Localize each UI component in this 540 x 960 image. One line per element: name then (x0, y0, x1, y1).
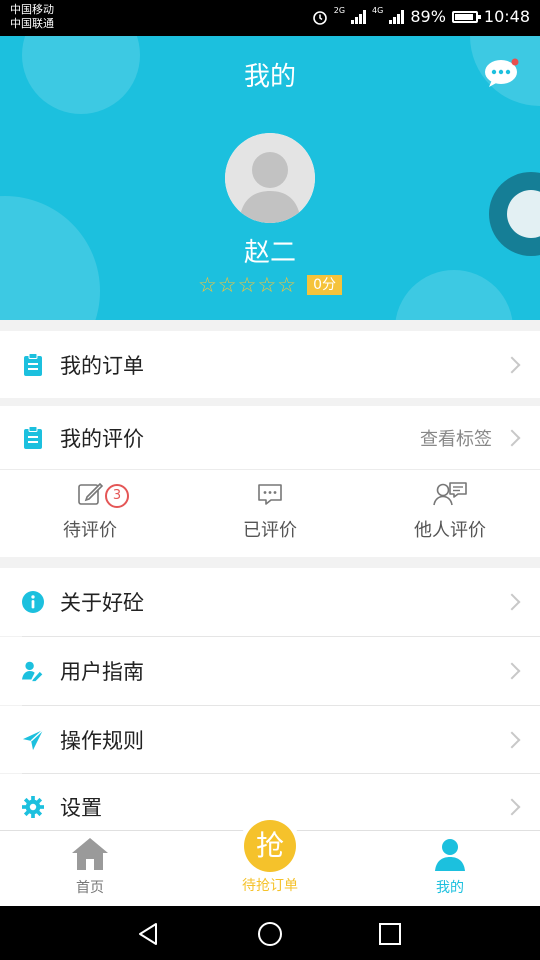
compass-icon (22, 728, 44, 752)
tab-label-reviewed: 已评价 (243, 520, 297, 541)
pending-count-badge: 3 (105, 484, 129, 508)
menu-label-settings: 设置 (60, 796, 102, 820)
avatar[interactable] (225, 133, 315, 223)
recents-icon[interactable] (378, 922, 402, 946)
edit-icon (78, 482, 104, 505)
star-outline-icon: ☆ (217, 273, 237, 297)
star-outline-icon: ☆ (277, 273, 297, 297)
user-comment-icon (433, 482, 467, 506)
star-outline-icon: ☆ (197, 273, 217, 297)
tab-reviewed[interactable]: 已评价 (180, 480, 360, 542)
menu-item-orders[interactable]: 我的订单 (0, 331, 540, 398)
menu-label-orders: 我的订单 (60, 353, 144, 378)
chevron-right-icon (503, 356, 521, 373)
tab-home[interactable]: 首页 (0, 837, 180, 897)
clock: 10:48 (483, 7, 530, 26)
message-button[interactable] (484, 58, 520, 88)
user-rating: ☆ ☆ ☆ ☆ ☆ 0分 (0, 274, 540, 296)
user-name: 赵二 (243, 238, 296, 268)
menu-item-reviews[interactable]: 我的评价 查看标签 (0, 406, 540, 469)
menu-label-rules: 操作规则 (60, 728, 144, 753)
clipboard-icon (22, 425, 44, 450)
comment-icon (258, 484, 282, 505)
score-badge: 0分 (307, 275, 343, 295)
chat-bubble-icon (485, 58, 519, 87)
menu-item-about[interactable]: 关于好砼 (0, 568, 540, 636)
signal-icon-2 (389, 9, 405, 24)
tab-label-mine: 我的 (436, 880, 464, 896)
gear-icon (22, 795, 44, 819)
chevron-right-icon (503, 662, 521, 680)
user-avatar-icon (225, 133, 315, 223)
carrier-info: 中国移动 中国联通 (10, 3, 54, 31)
status-icons: 2G 4G 89% 10:48 (312, 7, 530, 26)
tab-label-others: 他人评价 (414, 520, 486, 541)
star-outline-icon: ☆ (237, 273, 257, 297)
tab-mine[interactable]: 我的 (360, 837, 540, 897)
tab-label-home: 首页 (76, 880, 104, 896)
signal-icon-1 (351, 9, 367, 24)
page-title: 我的 (243, 62, 296, 92)
chevron-right-icon (503, 429, 521, 446)
tab-others-reviews[interactable]: 他人评价 (360, 480, 540, 542)
chevron-right-icon (503, 798, 521, 816)
system-nav-bar (0, 906, 540, 960)
chevron-right-icon (503, 593, 521, 611)
star-outline-icon: ☆ (257, 273, 277, 297)
profile-header: 我的 赵二 ☆ ☆ ☆ ☆ ☆ 0分 (0, 36, 540, 320)
tab-pending-review[interactable]: 3 待评价 (0, 480, 180, 542)
menu-label-about: 关于好砼 (60, 591, 144, 615)
battery-percent: 89% (410, 7, 446, 26)
user-icon (435, 839, 465, 871)
grab-icon: 抢 (244, 820, 296, 872)
home-circle-icon[interactable] (257, 921, 283, 947)
carrier-2: 中国联通 (10, 17, 54, 30)
tab-label-grab: 待抢订单 (242, 878, 298, 894)
clipboard-icon (22, 352, 44, 377)
menu-label-guide: 用户指南 (60, 660, 144, 684)
chevron-right-icon (503, 731, 521, 748)
tab-label-pending: 待评价 (63, 520, 117, 541)
alarm-icon (312, 10, 327, 25)
home-icon (72, 838, 108, 870)
network-type-2: 4G (372, 6, 384, 15)
carrier-1: 中国移动 (10, 3, 54, 16)
status-bar: 中国移动 中国联通 2G 4G 89% 10:48 (0, 0, 540, 36)
view-tags-link[interactable]: 查看标签 (420, 425, 492, 451)
menu-item-rules[interactable]: 操作规则 (0, 706, 540, 773)
grab-order-button[interactable]: 抢 (239, 815, 301, 877)
rating-stars: ☆ ☆ ☆ ☆ ☆ (198, 274, 296, 296)
menu-item-guide[interactable]: 用户指南 (0, 637, 540, 705)
network-type-1: 2G (333, 6, 346, 15)
info-icon (22, 590, 44, 614)
battery-icon (451, 10, 481, 23)
user-edit-icon (22, 659, 44, 683)
review-tabs: 3 待评价 已评价 他人评价 (0, 469, 540, 557)
back-icon[interactable] (136, 921, 162, 947)
menu-label-reviews: 我的评价 (60, 426, 144, 451)
